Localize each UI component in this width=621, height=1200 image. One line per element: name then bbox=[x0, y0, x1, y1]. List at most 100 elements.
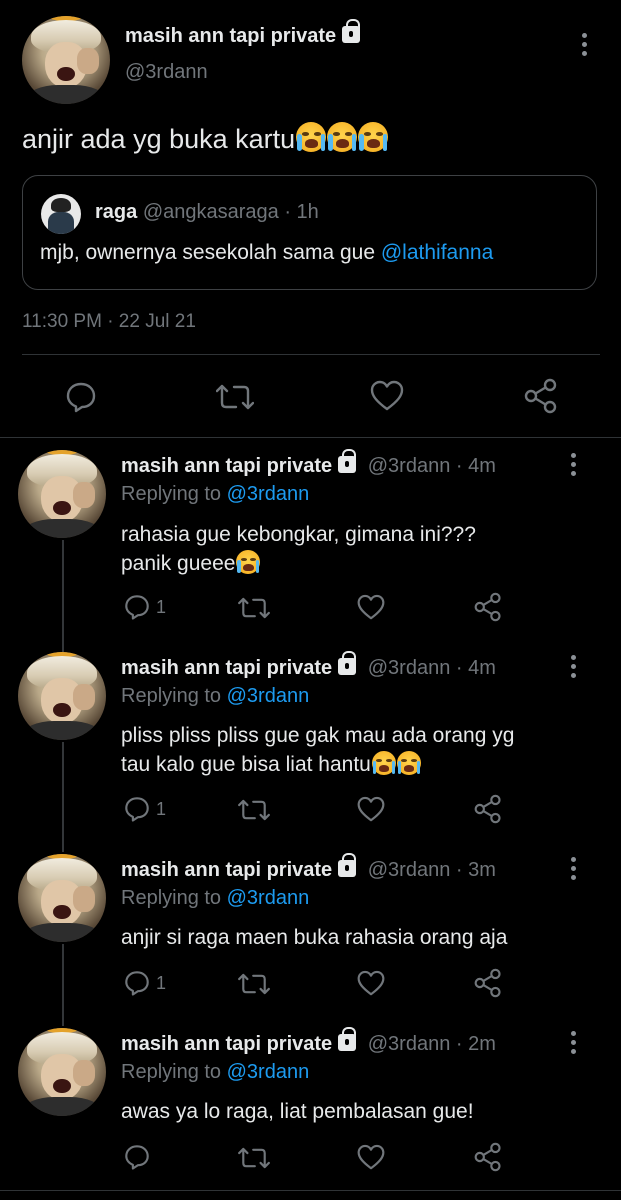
thread-line bbox=[62, 742, 64, 852]
replying-to: Replying to @3rdann bbox=[121, 483, 309, 506]
reply-text-line-content: panik gueee bbox=[121, 552, 236, 575]
like-icon[interactable] bbox=[357, 970, 385, 997]
replying-to-label: Replying to bbox=[121, 685, 222, 707]
retweet-icon[interactable] bbox=[238, 1144, 270, 1172]
reply-text-line: rahasia gue kebongkar, gimana ini??? bbox=[121, 523, 476, 546]
loudly-crying-face-emoji bbox=[371, 751, 396, 775]
reply-avatar[interactable] bbox=[18, 854, 106, 942]
lock-icon bbox=[338, 651, 357, 675]
replying-to-label: Replying to bbox=[121, 1061, 222, 1083]
like-icon[interactable] bbox=[357, 796, 385, 823]
reply-icon[interactable] bbox=[123, 1143, 151, 1171]
replying-to-link[interactable]: @3rdann bbox=[227, 483, 310, 505]
reply-text-line-content: tau kalo gue bisa liat hantu bbox=[121, 753, 371, 776]
lock-icon bbox=[338, 1027, 357, 1051]
reply-avatar[interactable] bbox=[18, 652, 106, 740]
lock-icon bbox=[338, 853, 357, 877]
retweet-icon[interactable] bbox=[238, 594, 270, 622]
reply-author-handle: @3rdann bbox=[367, 859, 451, 881]
lock-icon bbox=[342, 19, 361, 43]
loudly-crying-face-emoji bbox=[327, 122, 358, 152]
reply-time: · 2m bbox=[455, 1033, 496, 1055]
reply-author-handle: @3rdann bbox=[367, 657, 451, 679]
more-options-icon[interactable] bbox=[571, 453, 577, 479]
reply-author-handle: @3rdann bbox=[367, 455, 451, 477]
divider bbox=[0, 1190, 621, 1191]
author-name-text: masih ann tapi private bbox=[125, 25, 337, 47]
share-icon[interactable] bbox=[474, 592, 502, 622]
share-icon[interactable] bbox=[474, 968, 502, 998]
reply-text: anjir si raga maen buka rahasia orang aj… bbox=[121, 923, 507, 952]
reply-text-line: awas ya lo raga, liat pembalasan gue! bbox=[121, 1100, 474, 1123]
like-icon[interactable] bbox=[370, 380, 404, 412]
loudly-crying-face-emoji bbox=[236, 550, 261, 574]
replying-to: Replying to @3rdann bbox=[121, 685, 309, 708]
divider bbox=[0, 437, 621, 438]
like-icon[interactable] bbox=[357, 594, 385, 621]
quoted-tweet[interactable]: raga @angkasaraga · 1h mjb, ownernya ses… bbox=[22, 175, 597, 290]
author-avatar[interactable] bbox=[22, 16, 110, 104]
reply-author-name: masih ann tapi private bbox=[121, 455, 333, 477]
reply-text-line: panik gueee bbox=[121, 549, 476, 578]
reply-icon[interactable] bbox=[123, 969, 151, 997]
reply-author-name: masih ann tapi private bbox=[121, 657, 333, 679]
reply-author[interactable]: masih ann tapi private @3rdann · 2m bbox=[121, 1027, 496, 1056]
loudly-crying-face-emoji bbox=[396, 751, 421, 775]
quoted-text: mjb, ownernya sesekolah sama gue @lathif… bbox=[40, 241, 493, 265]
divider bbox=[22, 354, 600, 355]
reply-text-line: anjir si raga maen buka rahasia orang aj… bbox=[121, 926, 508, 949]
quoted-author-avatar bbox=[41, 194, 81, 234]
tweet-text-content: anjir ada yg buka kartu bbox=[22, 124, 296, 154]
loudly-crying-face-emoji bbox=[296, 122, 327, 152]
share-icon[interactable] bbox=[524, 378, 558, 414]
quoted-mention-link[interactable]: @lathifanna bbox=[381, 241, 493, 264]
reply-icon[interactable] bbox=[123, 795, 151, 823]
author-handle[interactable]: @3rdann bbox=[125, 61, 208, 84]
like-icon[interactable] bbox=[357, 1144, 385, 1171]
reply-author-name: masih ann tapi private bbox=[121, 1033, 333, 1055]
share-icon[interactable] bbox=[474, 1142, 502, 1172]
reply-author-handle: @3rdann bbox=[367, 1033, 451, 1055]
reply-text-line: tau kalo gue bisa liat hantu bbox=[121, 750, 514, 779]
reply-icon[interactable] bbox=[123, 593, 151, 621]
reply-count: 1 bbox=[156, 597, 167, 617]
replying-to: Replying to @3rdann bbox=[121, 887, 309, 910]
reply-count: 1 bbox=[156, 973, 167, 993]
more-options-icon[interactable] bbox=[582, 33, 588, 59]
reply-time: · 4m bbox=[455, 455, 496, 477]
reply-time: · 3m bbox=[455, 859, 496, 881]
more-options-icon[interactable] bbox=[571, 655, 577, 681]
more-options-icon[interactable] bbox=[571, 1031, 577, 1057]
reply-text-line: pliss pliss pliss gue gak mau ada orang … bbox=[121, 724, 515, 747]
more-options-icon[interactable] bbox=[571, 857, 577, 883]
retweet-icon[interactable] bbox=[216, 380, 254, 414]
thread-line bbox=[62, 944, 64, 1026]
tweet-timestamp[interactable]: 11:30 PM · 22 Jul 21 bbox=[22, 311, 196, 333]
replying-to-link[interactable]: @3rdann bbox=[227, 685, 310, 707]
reply-count: 1 bbox=[156, 799, 167, 819]
reply-author[interactable]: masih ann tapi private @3rdann · 4m bbox=[121, 651, 496, 680]
reply-author-name: masih ann tapi private bbox=[121, 859, 333, 881]
replying-to-link[interactable]: @3rdann bbox=[227, 1061, 310, 1083]
reply-author[interactable]: masih ann tapi private @3rdann · 4m bbox=[121, 449, 496, 478]
thread-line bbox=[62, 540, 64, 652]
share-icon[interactable] bbox=[474, 794, 502, 824]
reply-time: · 4m bbox=[455, 657, 496, 679]
replying-to-label: Replying to bbox=[121, 483, 222, 505]
reply-text: rahasia gue kebongkar, gimana ini??? pan… bbox=[121, 520, 476, 578]
lock-icon bbox=[338, 449, 357, 473]
replying-to-link[interactable]: @3rdann bbox=[227, 887, 310, 909]
quoted-author-name: raga bbox=[95, 201, 138, 223]
reply-text: pliss pliss pliss gue gak mau ada orang … bbox=[121, 721, 514, 779]
reply-avatar[interactable] bbox=[18, 1028, 106, 1116]
loudly-crying-face-emoji bbox=[358, 122, 389, 152]
reply-author[interactable]: masih ann tapi private @3rdann · 3m bbox=[121, 853, 496, 882]
reply-text: awas ya lo raga, liat pembalasan gue! bbox=[121, 1097, 474, 1126]
author-name[interactable]: masih ann tapi private bbox=[125, 19, 361, 48]
reply-avatar[interactable] bbox=[18, 450, 106, 538]
retweet-icon[interactable] bbox=[238, 796, 270, 824]
retweet-icon[interactable] bbox=[238, 970, 270, 998]
quoted-time: · 1h bbox=[284, 201, 319, 223]
replying-to-label: Replying to bbox=[121, 887, 222, 909]
reply-icon[interactable] bbox=[64, 380, 98, 414]
